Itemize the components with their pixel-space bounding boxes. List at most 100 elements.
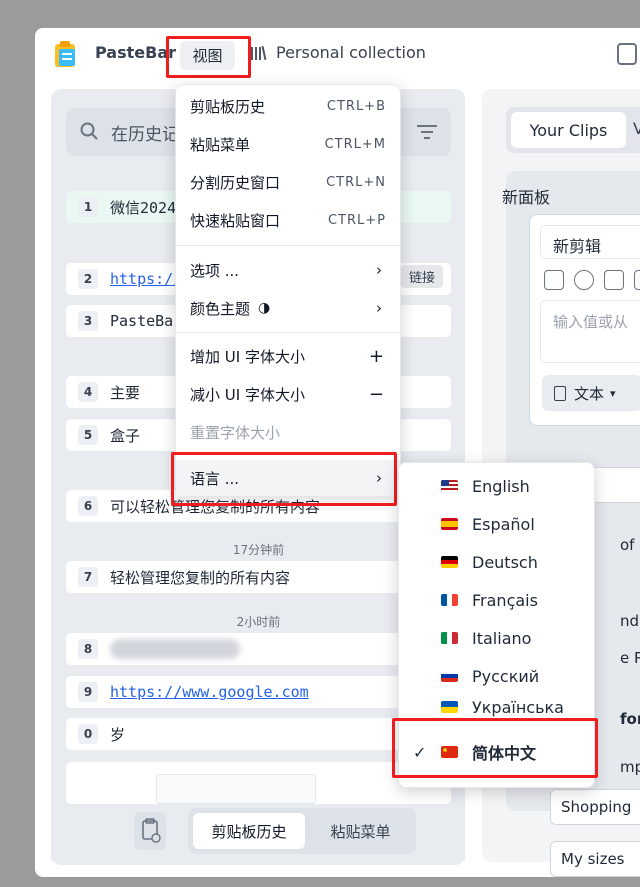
language-label: Italiano [472,628,532,648]
item-number: 2 [78,269,98,289]
item-number: 5 [78,425,98,445]
item-link[interactable]: https:// [110,270,182,288]
chevron-down-icon: ▾ [610,386,616,400]
shortcut-label: CTRL+N [326,174,386,190]
language-option-english[interactable]: English [399,467,594,505]
flag-es-icon [441,518,458,530]
item-number: 1 [78,197,98,217]
menu-item-font-increase[interactable]: 增加 UI 字体大小 + [176,338,400,374]
tab-other[interactable]: V [633,119,640,138]
language-option-russian[interactable]: Русский [399,657,594,695]
menu-divider [176,245,400,246]
image-thumbnail [156,774,316,804]
menu-item-label: 剪贴板历史 [190,97,266,116]
shortcut-label: CTRL+P [327,212,386,228]
item-number: 0 [78,724,98,744]
language-label: Français [472,590,538,610]
item-number: 8 [78,639,98,659]
clip-row[interactable]: of 测试 [620,526,640,562]
window-toggle-icon[interactable] [617,43,637,65]
link-badge: 链接 [401,265,444,288]
time-separator: 2小时前 [236,615,281,629]
item-number: 6 [78,496,98,516]
clip-row[interactable]: forma [620,702,640,738]
chevron-right-icon: › [376,261,382,279]
item-text: 岁 [110,725,126,744]
view-dropdown-menu: 剪贴板历史 CTRL+B 粘贴菜单 CTRL+M 分割历史窗口 CTRL+N 快… [175,84,401,496]
clip-row[interactable]: nd Info [620,604,640,640]
clip-type-select[interactable]: 文本 ▾ [542,375,640,411]
language-option-ukrainian[interactable]: Українська [399,695,594,719]
clip-type-label: 文本 [574,384,605,403]
language-option-german[interactable]: Deutsch [399,543,594,581]
language-label: Deutsch [472,552,538,572]
time-separator: 17分钟前 [232,543,285,557]
image-icon[interactable] [634,270,640,290]
menu-item-label: 减小 UI 字体大小 [190,385,305,404]
item-text: 微信2024 [110,198,177,217]
tab-clipboard-history[interactable]: 剪贴板历史 [193,813,305,849]
record-icon[interactable] [574,270,594,290]
menu-item-theme[interactable]: 颜色主题 ◑ › [176,290,400,326]
language-label: Русский [472,666,540,686]
clip-row[interactable]: mputer [620,750,640,786]
title-bar: PasteBar 视图 Personal collection [35,28,640,80]
plus-icon: + [368,345,384,367]
menu-item-label: 颜色主题 [190,299,251,318]
clipboard-clock-icon[interactable] [134,812,166,850]
menu-item-label: 增加 UI 字体大小 [190,347,305,366]
menu-item-clipboard-history[interactable]: 剪贴板历史 CTRL+B [176,88,400,124]
highlight-box-chinese [392,718,598,778]
language-label: Українська [472,697,564,717]
square-icon[interactable] [604,270,624,290]
item-text: 盒子 [110,426,141,445]
menu-item-paste-menu[interactable]: 粘贴菜单 CTRL+M [176,126,400,162]
new-clip-card: 新剪辑 输入值或从 文本 ▾ [529,214,640,426]
clip-row[interactable]: My sizes [550,841,640,877]
language-option-spanish[interactable]: Español [399,505,594,543]
menu-item-font-decrease[interactable]: 减小 UI 字体大小 − [176,376,400,412]
item-number: 7 [78,567,98,587]
language-option-french[interactable]: Français [399,581,594,619]
minus-icon: − [368,383,384,405]
collection-selector[interactable]: Personal collection [276,43,426,62]
tab-your-clips[interactable]: Your Clips [511,112,626,148]
menu-item-label: 粘贴菜单 [190,135,251,154]
clipboard-logo-icon [55,41,75,67]
board-title: 新面板 [502,188,551,207]
clips-tabs: Your Clips V [506,107,640,153]
history-item[interactable]: 9 https://www.google.com [66,676,451,708]
clip-row[interactable]: Shopping [550,789,640,825]
language-option-italian[interactable]: Italiano [399,619,594,657]
menu-item-label: 选项 ... [190,261,240,280]
tab-paste-menu[interactable]: 粘贴菜单 [308,813,413,849]
history-item[interactable]: 7 轻松管理您复制的所有内容 [66,561,451,593]
clipboard-paste-icon[interactable] [544,270,564,290]
flag-fr-icon [441,594,458,606]
menu-item-quick-paste[interactable]: 快速粘贴窗口 CTRL+P [176,202,400,238]
filter-icon[interactable] [416,124,438,140]
history-item[interactable]: 8 [66,633,451,665]
flag-it-icon [441,632,458,644]
language-label: English [472,476,530,496]
view-tabs: 剪贴板历史 粘贴菜单 [188,808,416,854]
item-link[interactable]: https://www.google.com [110,683,309,701]
menu-divider [176,332,400,333]
item-text: PasteBar [110,312,183,330]
shortcut-label: CTRL+M [324,136,386,152]
app-name: PasteBar [95,43,176,62]
clip-name-field[interactable]: 新剪辑 [540,225,640,259]
clip-value-input[interactable]: 输入值或从 [540,300,640,363]
menu-item-label: 重置字体大小 [190,423,281,442]
library-icon [251,45,267,61]
highlight-box-view-menu [166,36,251,78]
flag-us-icon [441,480,458,492]
menu-item-split-history[interactable]: 分割历史窗口 CTRL+N [176,164,400,200]
highlight-box-language [171,452,397,506]
item-number: 4 [78,382,98,402]
menu-item-label: 快速粘贴窗口 [190,211,281,230]
menu-item-options[interactable]: 选项 ... › [176,252,400,288]
clip-row[interactable]: e Prov [620,641,640,677]
flag-de-icon [441,556,458,568]
contrast-icon: ◑ [258,300,271,316]
